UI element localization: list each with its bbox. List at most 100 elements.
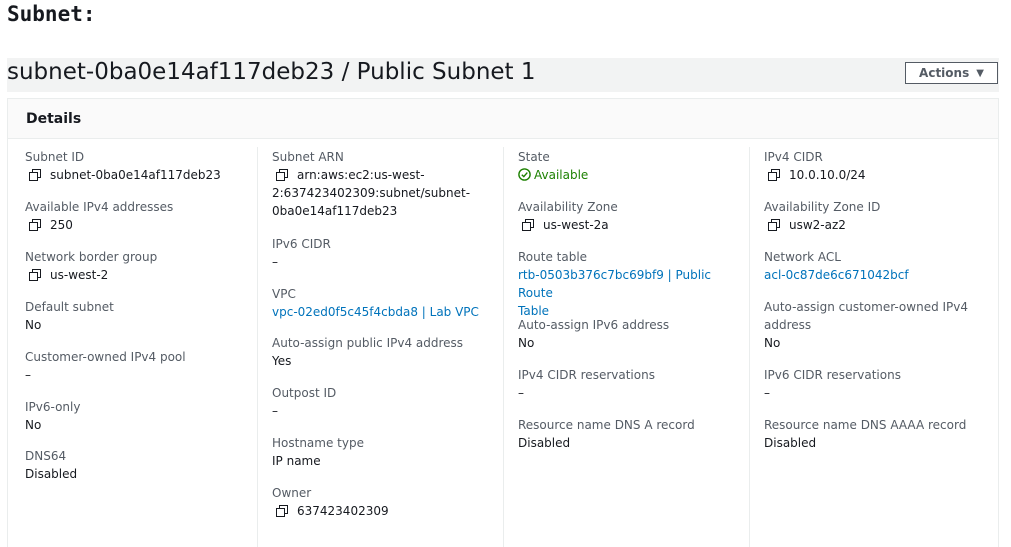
customer-owned-pool-field: Customer-owned IPv4 pool – xyxy=(25,348,254,384)
copy-icon[interactable] xyxy=(29,269,41,281)
auto-assign-customer-ipv4-field: Auto-assign customer-owned IPv4 address … xyxy=(764,298,999,352)
state-status: Available xyxy=(518,166,749,184)
owner-label: Owner xyxy=(272,486,312,500)
ipv6-only-field: IPv6-only No xyxy=(25,398,254,434)
dns-aaaa-record-value: Disabled xyxy=(764,436,817,450)
available-ipv4-field: Available IPv4 addresses 250 xyxy=(25,198,254,234)
auto-assign-customer-ipv4-label-line2: address xyxy=(764,318,812,332)
ipv4-cidr-reservations-value: – xyxy=(518,386,524,400)
subnet-arn-value-line1: arn:aws:ec2:us-west- xyxy=(297,168,425,182)
state-field: State Available xyxy=(518,148,749,184)
details-header: Details xyxy=(8,99,998,139)
vpc-field: VPC vpc-02ed0f5c45f4cbda8 | Lab VPC xyxy=(272,285,503,321)
page-title: subnet-0ba0e14af117deb23 / Public Subnet… xyxy=(7,59,536,85)
auto-assign-ipv6-field: Auto-assign IPv6 address No xyxy=(518,316,749,352)
vpc-link[interactable]: vpc-02ed0f5c45f4cbda8 | Lab VPC xyxy=(272,303,503,321)
copy-icon[interactable] xyxy=(276,169,288,181)
availability-zone-label: Availability Zone xyxy=(518,200,618,214)
availability-zone-id-label: Availability Zone ID xyxy=(764,200,881,214)
subnet-arn-field: Subnet ARN arn:aws:ec2:us-west- 2:637423… xyxy=(272,148,503,220)
outpost-id-label: Outpost ID xyxy=(272,386,337,400)
ipv6-only-value: No xyxy=(25,418,42,432)
auto-assign-ipv6-label: Auto-assign IPv6 address xyxy=(518,318,670,332)
details-column-1: Subnet ID subnet-0ba0e14af117deb23 Avail… xyxy=(25,147,254,547)
details-panel: Details Subnet ID subnet-0ba0e14af117deb… xyxy=(7,98,999,547)
dns-a-record-field: Resource name DNS A record Disabled xyxy=(518,416,749,452)
ipv6-cidr-reservations-field: IPv6 CIDR reservations – xyxy=(764,366,999,402)
availability-zone-value: us-west-2a xyxy=(543,218,609,232)
auto-assign-ipv6-value: No xyxy=(518,336,535,350)
subnet-arn-value-line3: 0ba0e14af117deb23 xyxy=(272,204,398,218)
page-heading: Subnet: xyxy=(7,2,96,26)
actions-button[interactable]: Actions ▼ xyxy=(905,62,998,84)
availability-zone-id-field: Availability Zone ID usw2-az2 xyxy=(764,198,999,234)
subnet-arn-value-line2: 2:637423402309:subnet/subnet- xyxy=(272,186,471,200)
ipv4-cidr-reservations-label: IPv4 CIDR reservations xyxy=(518,368,655,382)
auto-assign-customer-ipv4-value: No xyxy=(764,336,781,350)
copy-icon[interactable] xyxy=(29,169,41,181)
ipv6-only-label: IPv6-only xyxy=(25,400,81,414)
copy-icon[interactable] xyxy=(522,219,534,231)
dns-a-record-label: Resource name DNS A record xyxy=(518,418,695,432)
hostname-type-value: IP name xyxy=(272,454,321,468)
network-acl-label: Network ACL xyxy=(764,250,841,264)
copy-icon[interactable] xyxy=(768,219,780,231)
ipv6-cidr-field: IPv6 CIDR – xyxy=(272,235,503,271)
title-bar: subnet-0ba0e14af117deb23 / Public Subnet… xyxy=(7,58,999,92)
network-acl-field: Network ACL acl-0c87de6c671042bcf xyxy=(764,248,999,284)
default-subnet-value: No xyxy=(25,318,42,332)
vpc-label: VPC xyxy=(272,287,296,301)
outpost-id-field: Outpost ID – xyxy=(272,384,503,420)
details-column-3: State Available Availability Zone us-wes… xyxy=(503,147,749,547)
availability-zone-id-value: usw2-az2 xyxy=(789,218,846,232)
hostname-type-field: Hostname type IP name xyxy=(272,434,503,470)
network-border-group-field: Network border group us-west-2 xyxy=(25,248,254,284)
default-subnet-label: Default subnet xyxy=(25,300,114,314)
customer-owned-pool-label: Customer-owned IPv4 pool xyxy=(25,350,186,364)
owner-field: Owner 637423402309 xyxy=(272,484,503,520)
subnet-id-field: Subnet ID subnet-0ba0e14af117deb23 xyxy=(25,148,254,184)
copy-icon[interactable] xyxy=(29,219,41,231)
details-column-2: Subnet ARN arn:aws:ec2:us-west- 2:637423… xyxy=(257,147,503,547)
copy-icon[interactable] xyxy=(768,169,780,181)
auto-assign-public-ipv4-field: Auto-assign public IPv4 address Yes xyxy=(272,334,503,370)
availability-zone-field: Availability Zone us-west-2a xyxy=(518,198,749,234)
copy-icon[interactable] xyxy=(276,505,288,517)
ipv6-cidr-label: IPv6 CIDR xyxy=(272,237,331,251)
dns64-value: Disabled xyxy=(25,467,78,481)
dns64-field: DNS64 Disabled xyxy=(25,447,254,483)
ipv6-cidr-reservations-value: – xyxy=(764,386,770,400)
actions-button-label: Actions xyxy=(919,66,970,80)
auto-assign-public-ipv4-value: Yes xyxy=(272,354,292,368)
dns-aaaa-record-field: Resource name DNS AAAA record Disabled xyxy=(764,416,999,452)
dns64-label: DNS64 xyxy=(25,449,67,463)
route-table-field: Route table rtb-0503b376c7bc69bf9 | Publ… xyxy=(518,248,749,320)
owner-value: 637423402309 xyxy=(297,504,389,518)
network-border-group-label: Network border group xyxy=(25,250,158,264)
outpost-id-value: – xyxy=(272,404,278,418)
route-table-label: Route table xyxy=(518,250,588,264)
ipv6-cidr-value: – xyxy=(272,255,278,269)
subnet-id-label: Subnet ID xyxy=(25,150,85,164)
check-circle-icon xyxy=(518,168,531,181)
state-label: State xyxy=(518,150,550,164)
details-column-4: IPv4 CIDR 10.0.10.0/24 Availability Zone… xyxy=(749,147,999,547)
subnet-id-value: subnet-0ba0e14af117deb23 xyxy=(50,168,221,182)
caret-down-icon: ▼ xyxy=(976,67,984,79)
details-title: Details xyxy=(26,110,82,127)
subnet-arn-label: Subnet ARN xyxy=(272,150,344,164)
customer-owned-pool-value: – xyxy=(25,368,31,382)
hostname-type-label: Hostname type xyxy=(272,436,364,450)
ipv4-cidr-field: IPv4 CIDR 10.0.10.0/24 xyxy=(764,148,999,184)
route-table-link-line1[interactable]: rtb-0503b376c7bc69bf9 | Public Route xyxy=(518,266,749,302)
network-border-group-value: us-west-2 xyxy=(50,268,109,282)
dns-a-record-value: Disabled xyxy=(518,436,571,450)
auto-assign-public-ipv4-label: Auto-assign public IPv4 address xyxy=(272,336,464,350)
network-acl-link[interactable]: acl-0c87de6c671042bcf xyxy=(764,266,999,284)
dns-aaaa-record-label: Resource name DNS AAAA record xyxy=(764,418,967,432)
ipv6-cidr-reservations-label: IPv6 CIDR reservations xyxy=(764,368,901,382)
state-value: Available xyxy=(534,168,589,182)
available-ipv4-label: Available IPv4 addresses xyxy=(25,200,174,214)
ipv4-cidr-label: IPv4 CIDR xyxy=(764,150,823,164)
available-ipv4-value: 250 xyxy=(50,218,73,232)
